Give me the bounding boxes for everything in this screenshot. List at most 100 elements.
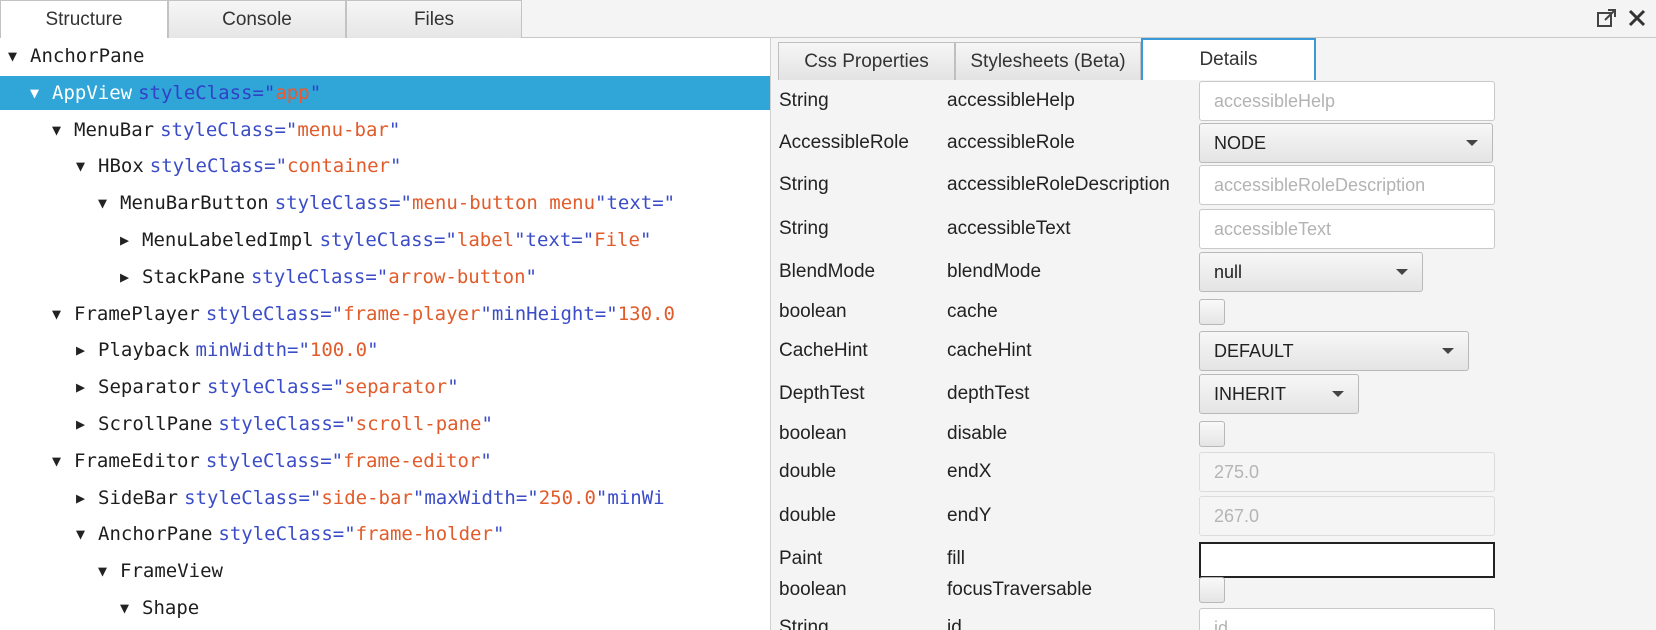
focusTraversable-checkbox[interactable]	[1199, 577, 1225, 603]
tree-attr-name: minHeight="	[491, 302, 618, 325]
tree-attr-name: styleClass="	[205, 302, 344, 325]
tree-row[interactable]: ▶ SideBar styleClass=" side-bar " maxWidth="…	[0, 481, 770, 515]
id-field[interactable]: id	[1199, 608, 1495, 630]
tree-attr-name: text="	[525, 229, 595, 251]
property-name: cache	[947, 301, 998, 322]
tree-row[interactable]: ▼ FrameView	[0, 554, 770, 588]
collapsed-arrow-icon[interactable]: ▶	[76, 378, 98, 396]
tree-row[interactable]: ▼ AnchorPane styleClass=" frame-holder "	[0, 517, 770, 551]
accessibleRole-combo[interactable]: NODE	[1199, 123, 1493, 163]
tree-row[interactable]: ▼ Shape	[0, 591, 770, 625]
tree-attr-quote: "	[595, 192, 607, 215]
tree-row[interactable]: ▶ Playback minWidth=" 100.0 "	[0, 333, 770, 367]
tree-attr-quote: "	[480, 449, 492, 472]
property-row-depthTest: DepthTest depthTest INHERIT	[771, 373, 1656, 415]
expanded-arrow-icon[interactable]: ▼	[98, 562, 120, 580]
tree-attr-quote: "	[388, 118, 401, 141]
tree-node-name: ScrollPane	[98, 413, 213, 435]
collapsed-arrow-icon[interactable]: ▶	[76, 415, 98, 433]
tree-attr-name: minWidth="	[195, 339, 310, 362]
tree-attr-value: side-bar	[321, 486, 413, 509]
tree-node-name: AppView	[52, 81, 133, 104]
tree-attr-quote: "	[639, 229, 652, 251]
cacheHint-combo[interactable]: DEFAULT	[1199, 331, 1469, 371]
tab-files[interactable]: Files	[346, 0, 522, 38]
property-row-focusTraversable: boolean focusTraversable	[771, 573, 1656, 607]
property-name: cacheHint	[947, 340, 1032, 361]
property-type: boolean	[779, 301, 847, 322]
blendMode-combo[interactable]: null	[1199, 252, 1423, 292]
tree-attr-value: frame-player	[343, 302, 481, 325]
tree-row[interactable]: ▼ MenuBar styleClass=" menu-bar "	[0, 113, 770, 147]
collapsed-arrow-icon[interactable]: ▶	[76, 341, 98, 359]
tree-row[interactable]: ▼ AnchorPane	[0, 39, 770, 73]
expanded-arrow-icon[interactable]: ▼	[52, 305, 74, 323]
expanded-arrow-icon[interactable]: ▼	[120, 599, 142, 617]
details-tab-bar: Css Properties Stylesheets (Beta) Detail…	[771, 38, 1656, 80]
tree-attr-name: styleClass="	[160, 118, 298, 141]
collapsed-arrow-icon[interactable]: ▶	[76, 489, 98, 507]
property-row-disable: boolean disable	[771, 417, 1656, 451]
expanded-arrow-icon[interactable]: ▼	[52, 121, 74, 139]
tree-row[interactable]: ▼ MenuBarButton styleClass=" menu-button me…	[0, 186, 770, 220]
tree-row[interactable]: ▼ AppView styleClass=" app "	[0, 75, 770, 110]
tree-attr-name: styleClass="	[218, 523, 356, 546]
property-row-accessibleText: String accessibleText accessibleText	[771, 208, 1656, 250]
property-type: String	[779, 617, 829, 630]
tab-console[interactable]: Console	[168, 0, 346, 38]
expanded-arrow-icon[interactable]: ▼	[52, 452, 74, 470]
tree-node-name: MenuLabeledImpl	[142, 229, 314, 251]
tree-row[interactable]: ▶ MenuLabeledImpl styleClass=" label " text=…	[0, 223, 770, 257]
scene-tree[interactable]: ▼ AnchorPane ▼ AppView styleClass=" app " ▼ Menu…	[0, 38, 770, 630]
expanded-arrow-icon[interactable]: ▼	[30, 84, 52, 102]
tree-attr-name: styleClass="	[218, 413, 356, 435]
tree-row[interactable]: ▼ FrameEditor styleClass=" frame-editor "	[0, 444, 770, 478]
tree-row[interactable]: ▼ HBox styleClass=" container "	[0, 149, 770, 183]
expanded-arrow-icon[interactable]: ▼	[76, 157, 98, 175]
tree-attr-value: arrow-button	[388, 265, 526, 288]
property-name: endX	[947, 461, 992, 482]
tree-attr-name: styleClass="	[206, 376, 345, 399]
property-name: disable	[947, 423, 1008, 444]
tree-attr-quote: "	[447, 376, 459, 399]
tree-attr-quote: "	[390, 155, 402, 178]
top-tab-bar: Structure Console Files	[0, 0, 1656, 38]
tab-stylesheets[interactable]: Stylesheets (Beta)	[955, 42, 1141, 80]
expanded-arrow-icon[interactable]: ▼	[98, 194, 120, 212]
disable-checkbox[interactable]	[1199, 421, 1225, 447]
collapsed-arrow-icon[interactable]: ▶	[120, 231, 142, 249]
property-type: BlendMode	[779, 261, 876, 282]
property-row-accessibleRole: AccessibleRole accessibleRole NODE	[771, 122, 1656, 164]
property-row-accessibleHelp: String accessibleHelp accessibleHelp	[771, 80, 1656, 122]
tab-details[interactable]: Details	[1141, 38, 1316, 80]
tree-attr-name: styleClass="	[274, 192, 412, 215]
collapsed-arrow-icon[interactable]: ▶	[120, 268, 142, 286]
popout-icon[interactable]	[1596, 7, 1618, 33]
cache-checkbox[interactable]	[1199, 299, 1225, 325]
tree-attr-quote: "	[412, 486, 425, 509]
depthTest-combo[interactable]: INHERIT	[1199, 374, 1359, 414]
accessibleText-field[interactable]: accessibleText	[1199, 209, 1495, 249]
tree-node-name: MenuBar	[74, 118, 155, 141]
tree-attr-quote: "	[514, 229, 526, 251]
tab-structure[interactable]: Structure	[0, 0, 168, 38]
close-icon[interactable]	[1626, 7, 1648, 33]
tree-row[interactable]: ▼ FramePlayer styleClass=" frame-player " mi…	[0, 297, 770, 331]
tree-row[interactable]: ▶ StackPane styleClass=" arrow-button "	[0, 260, 770, 294]
tree-attr-quote: "	[595, 486, 608, 509]
property-type: DepthTest	[779, 383, 865, 404]
property-type: AccessibleRole	[779, 132, 909, 153]
expanded-arrow-icon[interactable]: ▼	[8, 47, 30, 65]
tree-row[interactable]: ▶ Separator styleClass=" separator "	[0, 370, 770, 404]
expanded-arrow-icon[interactable]: ▼	[76, 525, 98, 543]
tree-row[interactable]: ▶ ScrollPane styleClass=" scroll-pane "	[0, 407, 770, 441]
tree-node-name: SideBar	[98, 486, 179, 509]
accessibleHelp-field[interactable]: accessibleHelp	[1199, 81, 1495, 121]
tree-attr-quote: "	[367, 339, 379, 362]
tab-css-properties[interactable]: Css Properties	[778, 42, 955, 80]
tree-node-name: StackPane	[142, 265, 245, 288]
accessibleRoleDescription-field[interactable]: accessibleRoleDescription	[1199, 165, 1495, 205]
chevron-down-icon	[1442, 348, 1454, 354]
property-type: double	[779, 461, 837, 482]
tree-node-name: AnchorPane	[98, 523, 213, 546]
